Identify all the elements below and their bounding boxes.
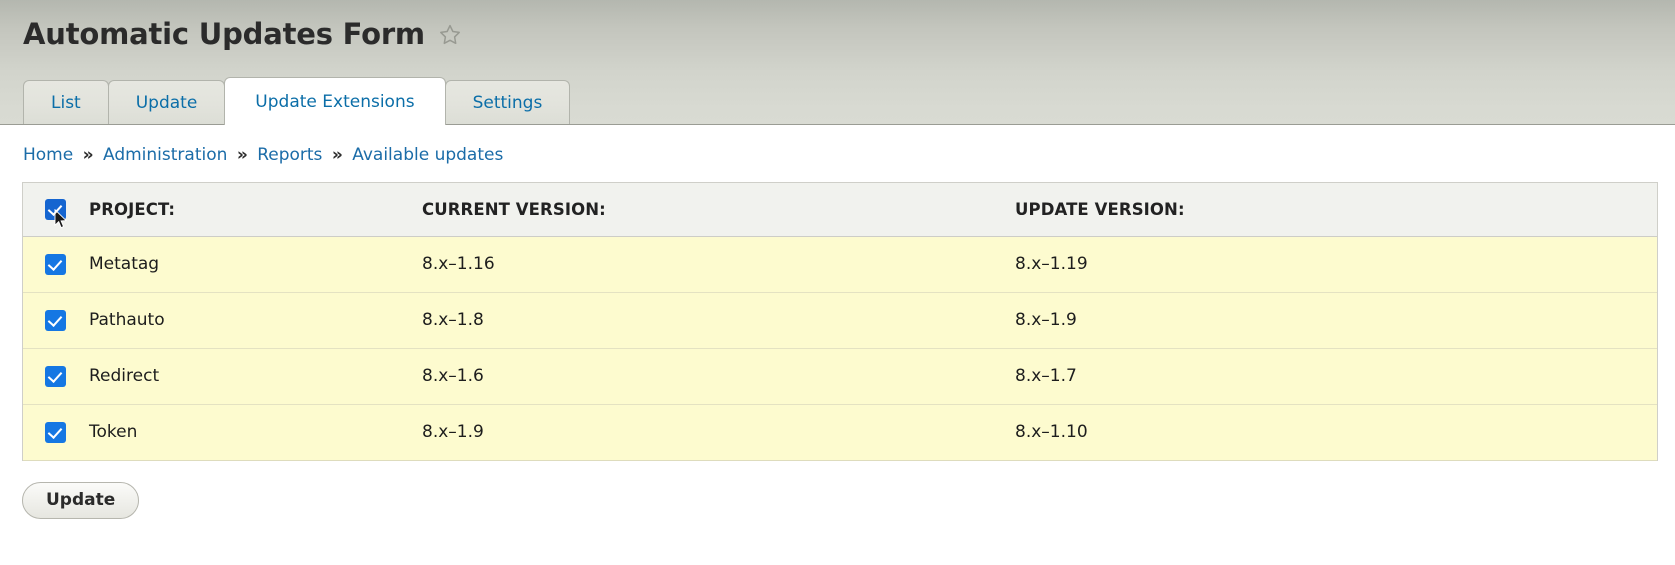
update-button[interactable]: Update [22,481,140,519]
cell-project: Pathauto [89,310,165,331]
cell-current-version: 8.x–1.6 [422,366,484,387]
row-select-cell [23,404,89,460]
select-all-header-cell [23,183,89,236]
table-row: Pathauto 8.x–1.8 8.x–1.9 [23,292,1657,349]
breadcrumb-item-available-updates[interactable]: Available updates [352,145,503,165]
select-all-checkbox[interactable] [45,199,68,229]
column-header-current-version[interactable]: CURRENT VERSION: [422,183,1015,236]
cell-update-version: 8.x–1.7 [1015,366,1077,387]
row-checkbox[interactable] [45,421,66,443]
table-row: Metatag 8.x–1.16 8.x–1.19 [23,236,1657,293]
tab-label: List [51,92,81,113]
table-body: Metatag 8.x–1.16 8.x–1.19 Pathauto 8.x–1… [23,236,1657,461]
cell-project: Token [89,422,138,443]
column-header-project[interactable]: PROJECT: [89,183,422,236]
cell-update-version: 8.x–1.19 [1015,254,1088,275]
available-updates-table-wrapper: PROJECT: CURRENT VERSION: UPDATE VERSION… [22,182,1658,461]
tab-label: Update [135,92,198,113]
column-header-update-version[interactable]: UPDATE VERSION: [1015,183,1657,236]
form-actions: Update [22,481,1675,519]
tab-label: Update Extensions [255,91,415,112]
breadcrumb-separator: » [82,145,94,165]
row-checkbox[interactable] [45,253,66,275]
main-content: Home » Administration » Reports » Availa… [0,125,1675,519]
breadcrumb: Home » Administration » Reports » Availa… [0,125,1675,165]
cell-current-version: 8.x–1.8 [422,310,484,331]
breadcrumb-item-reports[interactable]: Reports [257,145,322,165]
breadcrumb-separator: » [236,145,248,165]
tab-update-extensions[interactable]: Update Extensions [224,77,446,125]
row-checkbox[interactable] [45,309,66,331]
cell-current-version: 8.x–1.16 [422,254,495,275]
page-title-row: Automatic Updates Form [0,0,1675,58]
breadcrumb-item-administration[interactable]: Administration [103,145,227,165]
table-row: Redirect 8.x–1.6 8.x–1.7 [23,348,1657,405]
row-select-cell [23,236,89,292]
tab-label: Settings [472,92,543,113]
row-select-cell [23,292,89,348]
cell-project: Metatag [89,254,160,275]
row-select-cell [23,348,89,404]
cell-update-version: 8.x–1.9 [1015,310,1077,331]
mouse-cursor-icon [54,209,68,229]
table-row: Token 8.x–1.9 8.x–1.10 [23,404,1657,461]
page-header-band: Automatic Updates Form List Update Updat… [0,0,1675,125]
page-title: Automatic Updates Form [23,17,425,51]
tab-update[interactable]: Update [107,80,226,124]
row-checkbox[interactable] [45,365,66,387]
cell-project: Redirect [89,366,160,387]
cell-update-version: 8.x–1.10 [1015,422,1088,443]
breadcrumb-separator: » [331,145,343,165]
table-head: PROJECT: CURRENT VERSION: UPDATE VERSION… [23,183,1657,237]
available-updates-table: PROJECT: CURRENT VERSION: UPDATE VERSION… [23,183,1657,461]
star-outline-icon[interactable] [438,23,462,47]
table-header-row: PROJECT: CURRENT VERSION: UPDATE VERSION… [23,183,1657,237]
cell-current-version: 8.x–1.9 [422,422,484,443]
primary-tabs: List Update Update Extensions Settings [23,76,571,125]
breadcrumb-item-home[interactable]: Home [23,145,73,165]
tab-list[interactable]: List [23,80,109,124]
tab-settings[interactable]: Settings [444,80,571,124]
